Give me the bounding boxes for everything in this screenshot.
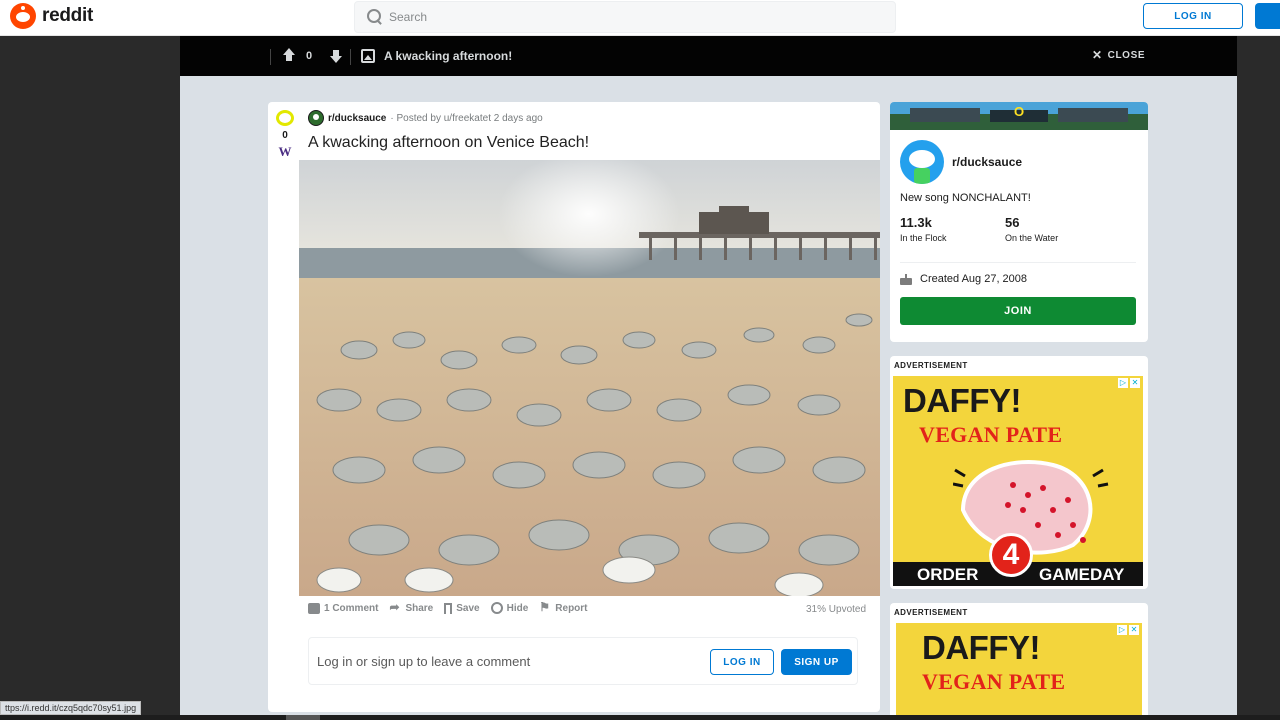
- post-score: 0: [282, 130, 288, 141]
- flag-icon: [539, 600, 551, 614]
- ad-subheadline: VEGAN PATE: [919, 422, 1063, 447]
- created-date: Created Aug 27, 2008: [900, 273, 1027, 285]
- community-card: O r/ducksauce New song NONCHALANT! 11.3k…: [890, 102, 1148, 342]
- header-signup-button[interactable]: [1255, 3, 1280, 29]
- close-label: CLOSE: [1107, 49, 1146, 61]
- image-post-icon: [361, 49, 375, 63]
- channel-badge: 4: [989, 533, 1033, 577]
- top-header: reddit LOG IN: [0, 0, 1280, 36]
- reddit-logo[interactable]: reddit: [10, 3, 93, 29]
- online-stat: 56 On the Water: [1005, 215, 1058, 243]
- comment-icon: [308, 602, 320, 614]
- join-button[interactable]: JOIN: [900, 297, 1136, 325]
- close-icon: ✕: [1092, 48, 1103, 62]
- community-description: New song NONCHALANT!: [900, 192, 1031, 204]
- ad-choices[interactable]: ▷ ✕: [1117, 625, 1139, 635]
- report-button[interactable]: Report: [539, 600, 588, 614]
- share-icon: [389, 600, 401, 614]
- posted-by: · Posted by u/freekatet 2 days ago: [390, 112, 543, 124]
- save-label: Save: [456, 602, 480, 614]
- ducks-on-beach-illustration: [299, 160, 880, 596]
- online-label: On the Water: [1005, 233, 1059, 243]
- community-name[interactable]: r/ducksauce: [952, 155, 1022, 169]
- members-count: 11.3k: [900, 215, 932, 230]
- search-bar[interactable]: [354, 1, 896, 33]
- upvoted-percent: 31% Upvoted: [806, 604, 867, 615]
- post-overlay-bar: 0 A kwacking afternoon! ✕ CLOSE: [180, 36, 1237, 76]
- downvote-team-icon[interactable]: W: [278, 145, 292, 159]
- post-card: 0 W r/ducksauce · Posted by u/freekatet …: [268, 102, 880, 712]
- report-label: Report: [555, 602, 588, 614]
- search-icon: [367, 9, 383, 25]
- comment-prompt: Log in or sign up to leave a comment: [317, 654, 531, 669]
- ad-footer-right: GAMEDAY: [1039, 565, 1125, 584]
- scrollbar-thumb[interactable]: [286, 715, 320, 720]
- comment-login-box: Log in or sign up to leave a comment LOG…: [308, 637, 858, 685]
- post-image[interactable]: [299, 160, 880, 596]
- community-banner: O: [890, 102, 1148, 130]
- ad-headline: DAFFY!: [903, 382, 1021, 419]
- taskbar-strip: [0, 715, 1280, 720]
- overlay-score: 0: [306, 50, 313, 62]
- ad-info-icon[interactable]: ▷: [1117, 625, 1127, 635]
- ad-close-icon[interactable]: ✕: [1130, 378, 1140, 388]
- community-avatar-icon: [900, 140, 944, 184]
- ad-info-icon[interactable]: ▷: [1118, 378, 1128, 388]
- hide-button[interactable]: Hide: [490, 602, 529, 614]
- cake-icon: [900, 273, 912, 285]
- post-title: A kwacking afternoon on Venice Beach!: [308, 134, 590, 151]
- post-actions: 1 Comment Share Save Hide Report: [308, 600, 588, 614]
- comments-label: 1 Comment: [324, 602, 379, 614]
- advertisement-1: ADVERTISEMENT ▷ ✕ DAFFY! VEGAN PATE ORDE…: [890, 356, 1148, 589]
- online-count: 56: [1005, 215, 1020, 230]
- comment-signup-button[interactable]: SIGN UP: [781, 649, 852, 675]
- bookmark-icon: [444, 602, 453, 614]
- comments-button[interactable]: 1 Comment: [308, 602, 379, 614]
- divider: [900, 262, 1136, 263]
- created-label: Created Aug 27, 2008: [920, 273, 1028, 285]
- overlay-title: A kwacking afternoon!: [384, 49, 513, 63]
- pate-illustration: [953, 460, 1109, 555]
- post-meta: r/ducksauce · Posted by u/freekatet 2 da…: [308, 110, 543, 126]
- search-input[interactable]: [389, 10, 869, 24]
- ad-creative[interactable]: ▷ ✕ DAFFY! VEGAN PATE ORDER GAMEDAY 4: [893, 376, 1143, 586]
- share-button[interactable]: Share: [389, 600, 434, 614]
- ad-close-icon[interactable]: ✕: [1129, 625, 1139, 635]
- ad-subheadline: VEGAN PATE: [922, 669, 1066, 694]
- divider: [350, 49, 351, 65]
- close-button[interactable]: ✕ CLOSE: [1092, 49, 1145, 61]
- ad-footer-left: ORDER: [917, 565, 979, 584]
- subreddit-avatar-icon[interactable]: [308, 110, 324, 126]
- reddit-alien-icon: [10, 3, 36, 29]
- ad-creative[interactable]: ▷ ✕ DAFFY! VEGAN PATE: [896, 623, 1142, 720]
- upvote-arrow-icon[interactable]: [282, 48, 296, 62]
- upvote-team-icon[interactable]: [276, 110, 294, 126]
- members-label: In the Flock: [900, 233, 947, 243]
- downvote-arrow-icon[interactable]: [329, 50, 343, 64]
- hide-icon: [490, 602, 503, 614]
- share-label: Share: [405, 602, 434, 614]
- subreddit-link[interactable]: r/ducksauce: [328, 113, 386, 124]
- logo-text: reddit: [42, 5, 93, 26]
- divider: [270, 49, 271, 65]
- ad-headline: DAFFY!: [922, 629, 1040, 666]
- advertisement-2: ADVERTISEMENT ▷ ✕ DAFFY! VEGAN PATE: [890, 603, 1148, 720]
- save-button[interactable]: Save: [444, 602, 480, 614]
- comment-login-button[interactable]: LOG IN: [710, 649, 774, 675]
- browser-status-bar: ttps://i.redd.it/czq5qdc70sy51.jpg: [0, 701, 142, 715]
- hide-label: Hide: [506, 602, 529, 614]
- ad-choices[interactable]: ▷ ✕: [1118, 378, 1140, 388]
- header-login-button[interactable]: LOG IN: [1143, 3, 1243, 29]
- banner-letter: O: [1014, 104, 1024, 119]
- ad-label: ADVERTISEMENT: [894, 608, 968, 617]
- ad-label: ADVERTISEMENT: [894, 361, 968, 370]
- members-stat: 11.3k In the Flock: [900, 215, 947, 243]
